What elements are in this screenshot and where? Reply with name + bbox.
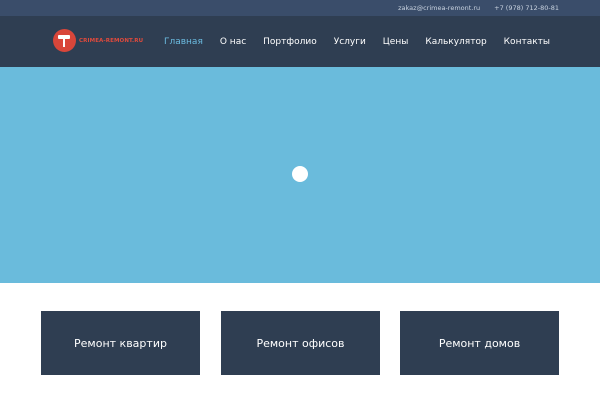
contact-phone-link[interactable]: +7 (978) 712-80-81: [494, 4, 559, 12]
site-logo[interactable]: CRIMEA-REMONT.RU: [53, 29, 143, 52]
nav-item-about[interactable]: О нас: [220, 37, 246, 47]
paint-roller-icon: [53, 29, 76, 52]
main-nav: Главная О нас Портфолио Услуги Цены Каль…: [147, 16, 550, 67]
nav-item-contacts[interactable]: Контакты: [504, 37, 550, 47]
card-office-repair[interactable]: Ремонт офисов: [221, 311, 380, 375]
loading-spinner-icon: [292, 166, 308, 182]
contact-email-link[interactable]: zakaz@crimea-remont.ru: [398, 4, 480, 12]
site-header: CRIMEA-REMONT.RU Главная О нас Портфолио…: [0, 16, 600, 67]
nav-item-portfolio[interactable]: Портфолио: [263, 37, 317, 47]
nav-item-services[interactable]: Услуги: [334, 37, 366, 47]
service-cards: Ремонт квартир Ремонт офисов Ремонт домо…: [0, 283, 600, 400]
nav-item-calculator[interactable]: Калькулятор: [425, 37, 486, 47]
card-apartment-repair[interactable]: Ремонт квартир: [41, 311, 200, 375]
logo-text: CRIMEA-REMONT.RU: [79, 37, 144, 44]
top-contact-bar: zakaz@crimea-remont.ru +7 (978) 712-80-8…: [0, 0, 600, 16]
card-house-repair[interactable]: Ремонт домов: [400, 311, 559, 375]
nav-item-prices[interactable]: Цены: [383, 37, 409, 47]
hero-banner: [0, 67, 600, 283]
nav-item-home[interactable]: Главная: [164, 37, 203, 47]
